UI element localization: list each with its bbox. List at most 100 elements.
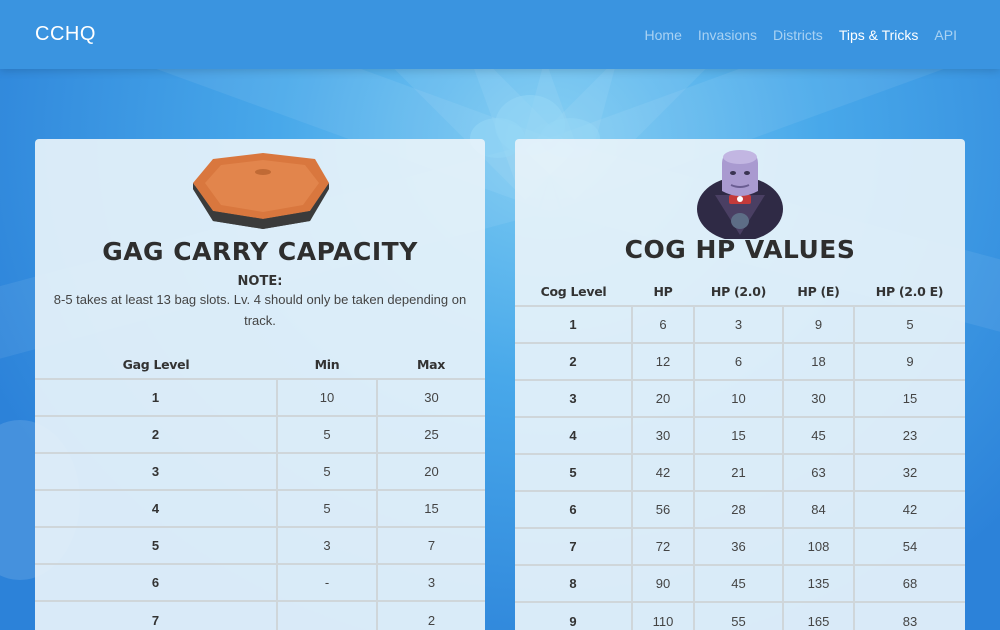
table-cell: 108 (782, 527, 854, 565)
note-label: NOTE: (237, 274, 283, 289)
table-cell: 84 (782, 490, 854, 528)
table-cell: 20 (631, 379, 694, 417)
table-cell: 110 (631, 601, 694, 630)
table-cell: 5 (276, 415, 377, 453)
table-cell (276, 600, 377, 630)
table-cell: 18 (782, 342, 854, 380)
table-cell: 15 (853, 379, 965, 417)
col-hp-2-0: HP (2.0) (710, 284, 767, 299)
table-cell: 5 (35, 526, 277, 564)
table-cell: 68 (853, 564, 965, 602)
table-cell: 54 (853, 527, 965, 565)
col-hp-2-0-e: HP (2.0 E) (875, 284, 944, 299)
table-cell: 8 (515, 564, 632, 602)
cog-portrait-icon (515, 139, 965, 241)
table-cell: 135 (782, 564, 854, 602)
table-cell: 7 (515, 527, 632, 565)
main-nav: Home Invasions Districts Tips & Tricks A… (645, 27, 957, 43)
table-cell: 6 (693, 342, 783, 380)
table-header-row: Cog Level HP HP (2.0) HP (E) HP (2.0 E) (515, 278, 965, 306)
top-navbar: CCHQ Home Invasions Districts Tips & Tri… (0, 0, 1000, 69)
table-cell: 72 (631, 527, 694, 565)
table-row: 4 5 15 (35, 489, 485, 527)
nav-invasions[interactable]: Invasions (698, 27, 757, 43)
table-cell: 55 (693, 601, 783, 630)
table-header-row: Gag Level Min Max (35, 351, 485, 379)
table-cell: 10 (276, 378, 377, 416)
table-cell: 3 (276, 526, 377, 564)
table-cell: 2 (376, 600, 485, 630)
cog-card-title: COG HP VALUES (624, 235, 856, 264)
table-row: 16395 (515, 305, 965, 343)
cog-hp-table: Cog Level HP HP (2.0) HP (E) HP (2.0 E) … (515, 278, 965, 630)
table-cell: 30 (376, 378, 485, 416)
gag-capacity-table: Gag Level Min Max 1 10 30 2 5 25 3 5 20 4 5 15 5 3 7 6-… (35, 351, 485, 630)
table-row: 3 5 20 (35, 452, 485, 490)
nav-home[interactable]: Home (645, 27, 682, 43)
table-cell: 5 (276, 452, 377, 490)
table-cell: 42 (631, 453, 694, 491)
table-cell: 23 (853, 416, 965, 454)
table-cell: 5 (276, 489, 377, 527)
table-row: 3 20 10 30 15 (515, 379, 965, 417)
col-max: Max (416, 357, 446, 372)
table-cell: 63 (782, 453, 854, 491)
table-cell: 5 (853, 305, 965, 343)
col-min: Min (314, 357, 340, 372)
table-cell: 9 (782, 305, 854, 343)
table-cell: 30 (631, 416, 694, 454)
table-row: 7 72 36 108 54 (515, 527, 965, 565)
col-cog-level: Cog Level (540, 284, 607, 299)
table-cell: 7 (35, 600, 277, 630)
table-cell: 3 (35, 452, 277, 490)
table-cell: 32 (853, 453, 965, 491)
table-row: 1 10 30 (35, 378, 485, 416)
table-row: 72 (35, 600, 485, 630)
cream-pie-icon (35, 139, 485, 237)
gag-carry-capacity-card: GAG CARRY CAPACITY NOTE: 8-5 takes at le… (35, 139, 485, 630)
col-hp: HP (653, 284, 673, 299)
table-cell: 1 (35, 378, 277, 416)
table-cell: 28 (693, 490, 783, 528)
nav-tips-and-tricks[interactable]: Tips & Tricks (839, 27, 919, 43)
table-cell: 2 (35, 415, 277, 453)
table-cell: 56 (631, 490, 694, 528)
table-cell: 45 (782, 416, 854, 454)
table-cell: 42 (853, 490, 965, 528)
table-cell: 10 (693, 379, 783, 417)
table-cell: 21 (693, 453, 783, 491)
table-row: 537 (35, 526, 485, 564)
table-cell: 15 (376, 489, 485, 527)
gag-card-title: GAG CARRY CAPACITY (102, 237, 418, 266)
table-cell: 3 (515, 379, 632, 417)
table-row: 5 42 21 63 32 (515, 453, 965, 491)
table-row: 9 110 55 165 83 (515, 601, 965, 630)
table-cell: 90 (631, 564, 694, 602)
note-text: 8-5 takes at least 13 bag slots. Lv. 4 s… (53, 292, 467, 328)
table-cell: - (276, 563, 377, 601)
table-cell: 1 (515, 305, 632, 343)
table-cell: 12 (631, 342, 694, 380)
table-row: 6 56 28 84 42 (515, 490, 965, 528)
table-cell: 7 (376, 526, 485, 564)
table-cell: 6 (35, 563, 277, 601)
table-row: 4 30 15 45 23 (515, 416, 965, 454)
table-row: 2 5 25 (35, 415, 485, 453)
table-cell: 2 (515, 342, 632, 380)
table-cell: 6 (515, 490, 632, 528)
nav-districts[interactable]: Districts (773, 27, 823, 43)
brand-logo[interactable]: CCHQ (35, 23, 96, 46)
nav-api[interactable]: API (934, 27, 957, 43)
col-gag-level: Gag Level (122, 357, 190, 372)
table-cell: 3 (376, 563, 485, 601)
table-cell: 45 (693, 564, 783, 602)
table-row: 8 90 45 135 68 (515, 564, 965, 602)
table-cell: 165 (782, 601, 854, 630)
table-cell: 36 (693, 527, 783, 565)
col-hp-e: HP (E) (797, 284, 840, 299)
table-cell: 83 (853, 601, 965, 630)
table-cell: 6 (631, 305, 694, 343)
table-cell: 4 (35, 489, 277, 527)
cog-hp-values-card: COG HP VALUES Cog Level HP HP (2.0) HP (… (515, 139, 965, 630)
table-cell: 4 (515, 416, 632, 454)
